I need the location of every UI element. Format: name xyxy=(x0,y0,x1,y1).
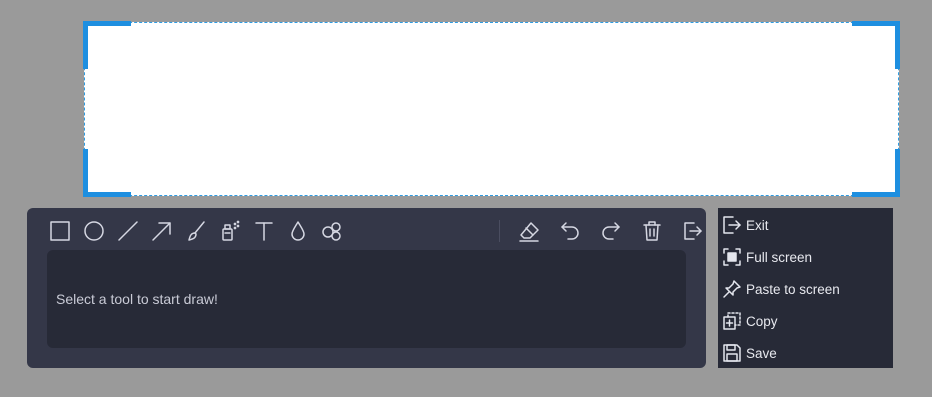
exit-icon xyxy=(722,215,742,235)
copy-icon xyxy=(722,311,742,331)
pin-icon xyxy=(722,279,742,299)
ellipse-tool-button[interactable] xyxy=(81,218,107,244)
menu-item-paste-to-screen[interactable]: Paste to screen xyxy=(718,273,893,305)
full-screen-icon xyxy=(722,247,742,267)
delete-button[interactable] xyxy=(639,218,665,244)
hint-text: Select a tool to start draw! xyxy=(56,291,218,307)
trash-icon xyxy=(643,221,661,241)
menu-item-label: Paste to screen xyxy=(746,281,840,297)
undo-button[interactable] xyxy=(557,218,583,244)
arrow-icon xyxy=(152,222,171,241)
save-icon xyxy=(722,343,742,363)
drop-icon xyxy=(291,221,305,241)
menu-item-save[interactable]: Save xyxy=(718,337,893,369)
drawing-toolbar: Select a tool to start draw! xyxy=(27,208,706,368)
menu-item-label: Full screen xyxy=(746,249,813,265)
menu-item-copy[interactable]: Copy xyxy=(718,305,893,337)
menu-item-full-screen[interactable]: Full screen xyxy=(718,241,893,273)
menu-item-exit[interactable]: Exit xyxy=(718,209,893,241)
capture-selection-area[interactable] xyxy=(83,21,900,197)
text-tool-button[interactable] xyxy=(251,218,277,244)
menu-item-label: Exit xyxy=(746,217,769,233)
toolbar-separator xyxy=(499,220,500,242)
rectangle-tool-button[interactable] xyxy=(47,218,73,244)
line-icon xyxy=(118,221,138,241)
eraser-icon xyxy=(519,222,539,242)
line-tool-button[interactable] xyxy=(115,218,141,244)
spray-tool-button[interactable] xyxy=(217,218,243,244)
tool-row xyxy=(47,218,702,244)
selection-handle-bottom-left[interactable] xyxy=(83,149,131,197)
menu-item-label: Copy xyxy=(746,313,778,329)
selection-handle-top-left[interactable] xyxy=(83,21,131,69)
exit-toolbar-button[interactable] xyxy=(679,218,705,244)
eraser-button[interactable] xyxy=(516,218,542,244)
spray-icon xyxy=(222,220,240,241)
ellipse-icon xyxy=(84,221,104,241)
brush-icon xyxy=(188,221,205,241)
rectangle-icon xyxy=(50,221,70,241)
status-hint-area: Select a tool to start draw! xyxy=(47,250,686,348)
context-menu: Exit Full screen Paste to screen Copy Sa… xyxy=(718,208,893,368)
text-icon xyxy=(255,222,273,241)
brush-tool-button[interactable] xyxy=(183,218,209,244)
menu-item-label: Save xyxy=(746,345,777,361)
redo-button[interactable] xyxy=(598,218,624,244)
selection-handle-top-right[interactable] xyxy=(852,21,900,69)
number-marker-tool-button[interactable] xyxy=(319,218,345,244)
arrow-tool-button[interactable] xyxy=(149,218,175,244)
number-marker-icon xyxy=(322,222,341,241)
selection-handle-bottom-right[interactable] xyxy=(852,149,900,197)
exit-icon xyxy=(684,222,702,240)
undo-icon xyxy=(561,222,579,240)
redo-icon xyxy=(602,222,620,240)
blur-tool-button[interactable] xyxy=(285,218,311,244)
